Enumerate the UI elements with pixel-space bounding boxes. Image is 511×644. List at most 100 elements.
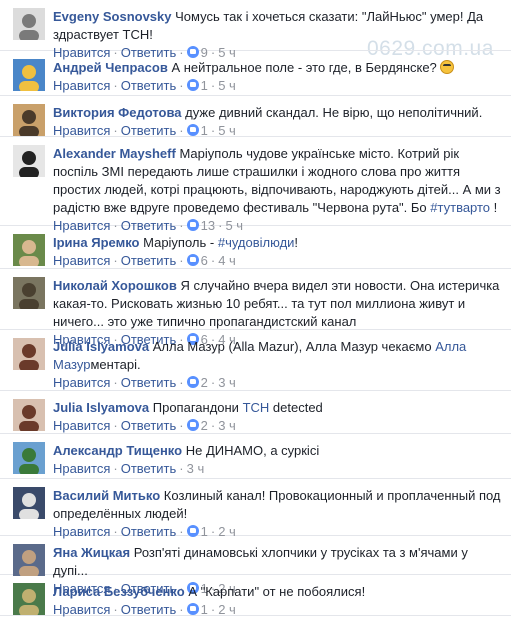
comment-item: Alexander Maysheff Маріуполь чудове укра… — [0, 137, 511, 233]
comment-text: Julia Islyamova Пропагандони ТСН detecte… — [53, 399, 503, 417]
comment-message-tail: ! — [490, 200, 498, 215]
comment-timestamp[interactable]: 5 ч — [218, 78, 236, 93]
like-count[interactable]: 2 — [201, 418, 208, 433]
avatar[interactable] — [13, 8, 45, 40]
separator-dot: · — [113, 123, 118, 138]
comment-message: Не ДИНАМО, а суркісі — [185, 443, 320, 458]
mention-link[interactable]: ТСН — [243, 400, 270, 415]
avatar[interactable] — [13, 583, 45, 615]
reply-button[interactable]: Ответить — [121, 123, 177, 138]
comment-item: Julia Islyamova Алла Мазур (Alla Mazur),… — [0, 330, 511, 391]
like-count[interactable]: 6 — [201, 253, 208, 268]
comment-author[interactable]: Николай Хорошков — [53, 278, 177, 293]
like-count[interactable]: 1 — [201, 602, 208, 617]
comment-text: Виктория Федотова дуже дивний скандал. Н… — [53, 104, 503, 122]
separator-dot: · — [113, 253, 118, 268]
avatar[interactable] — [13, 234, 45, 266]
comment-author[interactable]: Яна Жицкая — [53, 545, 130, 560]
comment-author[interactable]: Iрина Яремко — [53, 235, 139, 250]
reply-button[interactable]: Ответить — [121, 375, 177, 390]
comment-timestamp[interactable]: 3 ч — [218, 418, 236, 433]
like-button[interactable]: Нравится — [53, 375, 110, 390]
separator-dot: · — [113, 375, 118, 390]
avatar[interactable] — [13, 544, 45, 576]
separator-dot: · — [179, 253, 184, 268]
reply-button[interactable]: Ответить — [121, 461, 177, 476]
avatar[interactable] — [13, 399, 45, 431]
comment-body: Julia Islyamova Алла Мазур (Alla Mazur),… — [53, 338, 503, 392]
comment-author[interactable]: Лариса Беззубченко — [53, 584, 185, 599]
comment-author[interactable]: Александр Тищенко — [53, 443, 182, 458]
comment-item: Iрина Яремко Маріуполь - #чудовілюди! Нра… — [0, 226, 511, 269]
comment-body: Лариса Беззубченко А "Карпати" от не поб… — [53, 583, 503, 619]
comment-text: Андрей Чепрасов А нейтральное поле - это… — [53, 59, 503, 77]
comment-timestamp[interactable]: 3 ч — [218, 375, 236, 390]
comment-item: Виктория Федотова дуже дивний скандал. Н… — [0, 96, 511, 138]
like-button[interactable]: Нравится — [53, 461, 110, 476]
separator-dot: · — [210, 602, 216, 617]
separator-dot: · — [210, 418, 216, 433]
avatar[interactable] — [13, 59, 45, 91]
separator-dot: · — [210, 253, 216, 268]
comment-timestamp[interactable]: 3 ч — [187, 461, 205, 476]
comment-timestamp[interactable]: 4 ч — [218, 253, 236, 268]
comment-message: Пропагандони — [152, 400, 239, 415]
comment-item: Александр Тищенко Не ДИНАМО, а суркісі Нр… — [0, 434, 511, 479]
comment-author[interactable]: Андрей Чепрасов — [53, 60, 168, 75]
comment-text: Александр Тищенко Не ДИНАМО, а суркісі — [53, 442, 503, 460]
like-count[interactable]: 1 — [201, 123, 208, 138]
comment-author[interactable]: Julia Islyamova — [53, 339, 149, 354]
comment-actions: Нравится · Ответить · 3 ч — [53, 460, 503, 478]
reply-button[interactable]: Ответить — [121, 78, 177, 93]
comment-actions: Нравится · Ответить · 1 · 5 ч — [53, 77, 503, 95]
avatar[interactable] — [13, 277, 45, 309]
comment-message-tail: ментарі. — [90, 357, 141, 372]
comment-author[interactable]: Julia Islyamova — [53, 400, 149, 415]
like-button[interactable]: Нравится — [53, 123, 110, 138]
comment-timestamp[interactable]: 5 ч — [218, 123, 236, 138]
like-button[interactable]: Нравится — [53, 78, 110, 93]
comment-actions: Нравится · Ответить · 6 · 4 ч — [53, 252, 503, 270]
comment-actions: Нравится · Ответить · 2 · 3 ч — [53, 374, 503, 392]
reply-button[interactable]: Ответить — [121, 602, 177, 617]
comment-text: Alexander Maysheff Маріуполь чудове укра… — [53, 145, 503, 217]
reply-button[interactable]: Ответить — [121, 418, 177, 433]
avatar[interactable] — [13, 338, 45, 370]
separator-dot: · — [113, 78, 118, 93]
separator-dot: · — [113, 418, 118, 433]
separator-dot: · — [179, 78, 184, 93]
comment-timestamp[interactable]: 2 ч — [218, 602, 236, 617]
separator-dot: · — [179, 123, 184, 138]
separator-dot: · — [210, 78, 216, 93]
comment-item: Julia Islyamova Пропагандони ТСН detecte… — [0, 391, 511, 434]
comment-body: Alexander Maysheff Маріуполь чудове укра… — [53, 145, 503, 235]
like-count-icon — [186, 124, 199, 136]
comment-body: Iрина Яремко Маріуполь - #чудовілюди! Нра… — [53, 234, 503, 270]
comment-author[interactable]: Evgeny Sosnovsky — [53, 9, 172, 24]
avatar[interactable] — [13, 487, 45, 519]
avatar[interactable] — [13, 145, 45, 177]
like-count[interactable]: 2 — [201, 375, 208, 390]
comment-message: А "Карпати" от не побоялися! — [188, 584, 366, 599]
comment-author[interactable]: Василий Митько — [53, 488, 160, 503]
like-button[interactable]: Нравится — [53, 418, 110, 433]
like-button[interactable]: Нравится — [53, 602, 110, 617]
comment-author[interactable]: Виктория Федотова — [53, 105, 182, 120]
avatar[interactable] — [13, 104, 45, 136]
comment-message: дуже дивний скандал. Не вірю, що неполіт… — [185, 105, 483, 120]
like-count[interactable]: 1 — [201, 78, 208, 93]
comment-item: Яна Жицкая Розп'яті динамовські хлопчики… — [0, 536, 511, 596]
separator-dot: · — [210, 123, 216, 138]
comment-body: Александр Тищенко Не ДИНАМО, а суркісі Нр… — [53, 442, 503, 478]
comment-author[interactable]: Alexander Maysheff — [53, 146, 176, 161]
separator-dot: · — [179, 418, 184, 433]
nerd-face-icon — [440, 60, 455, 74]
like-button[interactable]: Нравится — [53, 253, 110, 268]
comment-text: Evgeny Sosnovsky Чомусь так і хочеться с… — [53, 8, 503, 44]
avatar[interactable] — [13, 442, 45, 474]
hashtag-link[interactable]: #чудовілюди — [218, 235, 295, 250]
comment-body: Андрей Чепрасов А нейтральное поле - это… — [53, 59, 503, 95]
comment-text: Лариса Беззубченко А "Карпати" от не поб… — [53, 583, 503, 601]
reply-button[interactable]: Ответить — [121, 253, 177, 268]
hashtag-link[interactable]: #тутварто — [430, 200, 490, 215]
